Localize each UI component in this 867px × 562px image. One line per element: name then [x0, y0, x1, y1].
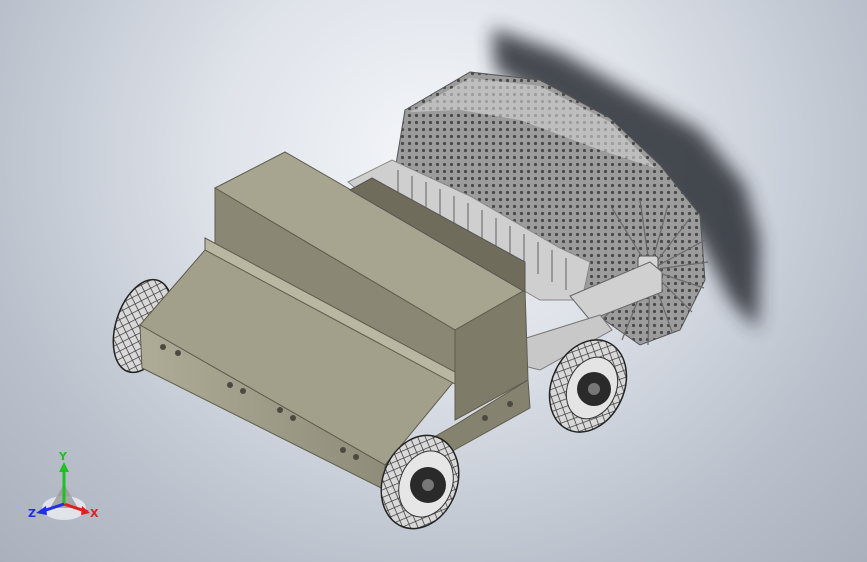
3d-viewport[interactable]: X Y Z [0, 0, 867, 562]
z-axis-label: Z [28, 507, 36, 520]
x-axis-label: X [90, 507, 99, 520]
y-axis-label: Y [58, 450, 68, 463]
robot-model[interactable] [0, 0, 867, 562]
orientation-triad: X Y Z [28, 450, 99, 520]
